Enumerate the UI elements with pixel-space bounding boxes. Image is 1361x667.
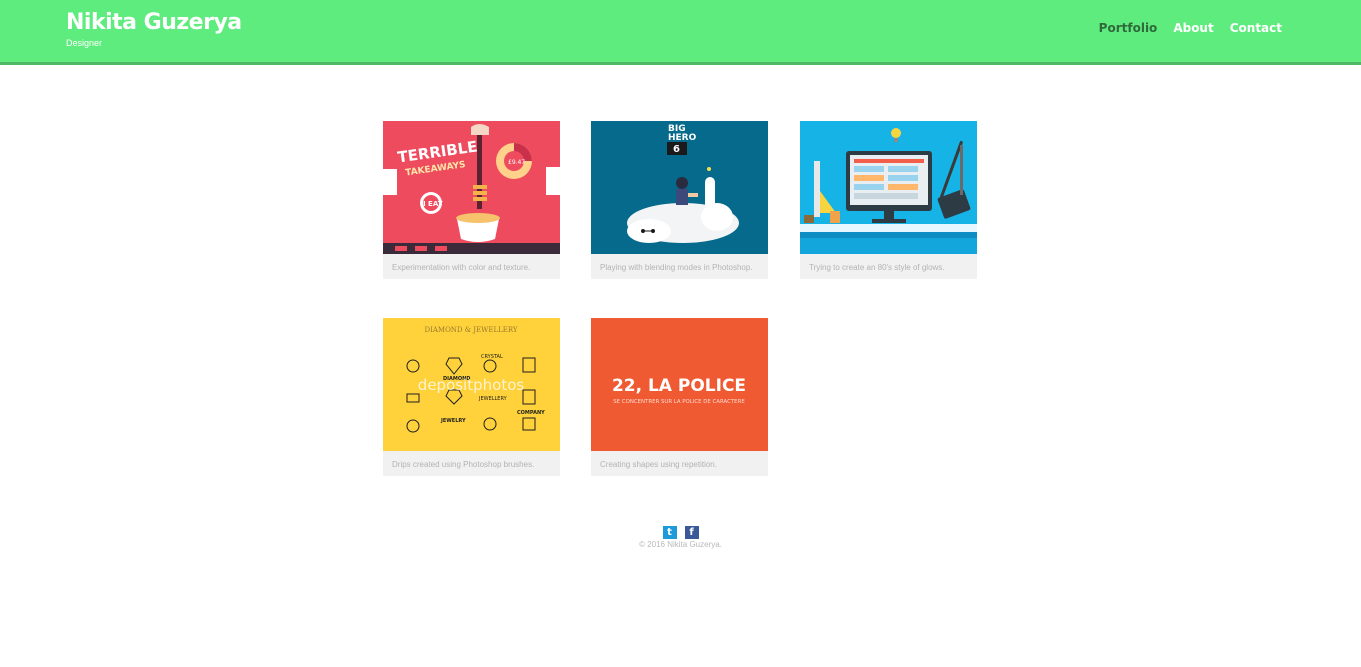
- main-nav: Portfolio About Contact: [1083, 21, 1282, 35]
- jewellery-logos-artwork: DIAMOND & JEWELLERY DIAMOND CRYSTAL JEWE…: [383, 318, 560, 451]
- terrible-takeaways-artwork: TERRIBLE TAKEAWAYS £9.47 I EAT: [383, 121, 560, 254]
- art-logo-jewellery: JEWELLERY: [478, 396, 508, 402]
- portfolio-card[interactable]: Trying to create an 80's style of glows.: [800, 121, 977, 279]
- portfolio-caption: Drips created using Photoshop brushes.: [392, 460, 535, 469]
- art-price-text: £9.47: [508, 159, 525, 166]
- portfolio-thumbnail[interactable]: [800, 121, 977, 254]
- art-title-number: 6: [673, 144, 680, 155]
- portfolio-thumbnail[interactable]: BIG HERO 6: [591, 121, 768, 254]
- art-logo-jewelry: JEWELRY: [440, 418, 466, 424]
- nav-contact-link[interactable]: Contact: [1230, 21, 1282, 35]
- la-police-artwork: 22, LA POLICE SE CONCENTRER SUR LA POLIC…: [591, 318, 768, 451]
- art-logo-company: COMPANY: [517, 410, 545, 416]
- portfolio-caption: Trying to create an 80's style of glows.: [809, 263, 945, 272]
- art-label-text: I EAT: [423, 200, 443, 208]
- twitter-icon[interactable]: t: [662, 526, 677, 539]
- portfolio-caption: Playing with blending modes in Photoshop…: [600, 263, 753, 272]
- portfolio-card[interactable]: TERRIBLE TAKEAWAYS £9.47 I EAT Experimen…: [383, 121, 560, 279]
- nav-about-link[interactable]: About: [1173, 21, 1213, 35]
- facebook-icon[interactable]: f: [684, 526, 699, 539]
- workspace-artwork: [800, 121, 977, 254]
- site-header: Nikita Guzerya Designer Portfolio About …: [0, 0, 1361, 65]
- art-tagline-text: SE CONCENTRER SUR LA POLICE DE CARACTERE: [613, 399, 745, 405]
- site-title[interactable]: Nikita Guzerya: [66, 9, 242, 37]
- portfolio-card[interactable]: DIAMOND & JEWELLERY DIAMOND CRYSTAL JEWE…: [383, 318, 560, 476]
- site-footer: t f © 2016 Nikita Guzerya.: [0, 526, 1361, 549]
- big-hero-6-artwork: BIG HERO 6: [591, 121, 768, 254]
- portfolio-thumbnail[interactable]: DIAMOND & JEWELLERY DIAMOND CRYSTAL JEWE…: [383, 318, 560, 451]
- portfolio-thumbnail[interactable]: 22, LA POLICE SE CONCENTRER SUR LA POLIC…: [591, 318, 768, 451]
- portfolio-caption: Creating shapes using repetition.: [600, 460, 717, 469]
- portfolio-caption: Experimentation with color and texture.: [392, 263, 531, 272]
- brand[interactable]: Nikita Guzerya Designer: [66, 9, 242, 49]
- art-watermark-text: depositphotos: [418, 376, 525, 394]
- art-title-hero: HERO: [668, 133, 697, 143]
- site-subtitle: Designer: [66, 38, 103, 48]
- portfolio-card[interactable]: 22, LA POLICE SE CONCENTRER SUR LA POLIC…: [591, 318, 768, 476]
- portfolio-card[interactable]: BIG HERO 6 Playing with blending modes i…: [591, 121, 768, 279]
- nav-portfolio-link[interactable]: Portfolio: [1099, 21, 1158, 35]
- art-logo-crystal: CRYSTAL: [481, 354, 503, 360]
- art-header-text: DIAMOND & JEWELLERY: [424, 326, 517, 334]
- art-headline-text: 22, LA POLICE: [612, 376, 746, 396]
- copyright-text: © 2016 Nikita Guzerya.: [639, 540, 722, 549]
- portfolio-thumbnail[interactable]: TERRIBLE TAKEAWAYS £9.47 I EAT: [383, 121, 560, 254]
- social-links: t f: [0, 526, 1361, 539]
